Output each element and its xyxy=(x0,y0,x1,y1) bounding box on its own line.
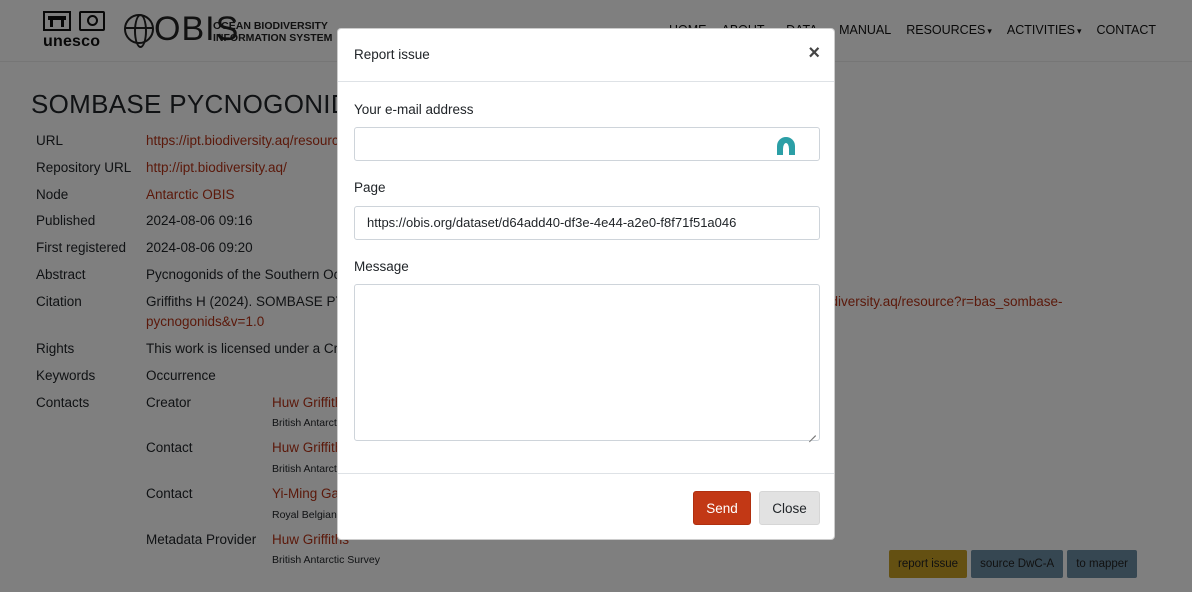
send-button[interactable]: Send xyxy=(693,491,751,525)
modal-header: Report issue × xyxy=(338,29,834,82)
message-label: Message xyxy=(354,259,409,274)
close-button[interactable]: Close xyxy=(759,491,820,525)
password-manager-icon[interactable] xyxy=(776,135,796,155)
message-textarea[interactable] xyxy=(354,284,820,441)
email-label: Your e-mail address xyxy=(354,102,474,117)
modal-title: Report issue xyxy=(354,47,430,62)
page-field[interactable]: https://obis.org/dataset/d64add40-df3e-4… xyxy=(354,206,820,240)
page-label: Page xyxy=(354,180,386,195)
modal-footer: Send Close xyxy=(338,473,834,541)
report-issue-modal: Report issue × Your e-mail address Page … xyxy=(337,28,835,540)
resize-handle-icon[interactable] xyxy=(807,427,817,437)
close-icon[interactable]: × xyxy=(808,43,820,63)
email-field[interactable] xyxy=(354,127,820,161)
